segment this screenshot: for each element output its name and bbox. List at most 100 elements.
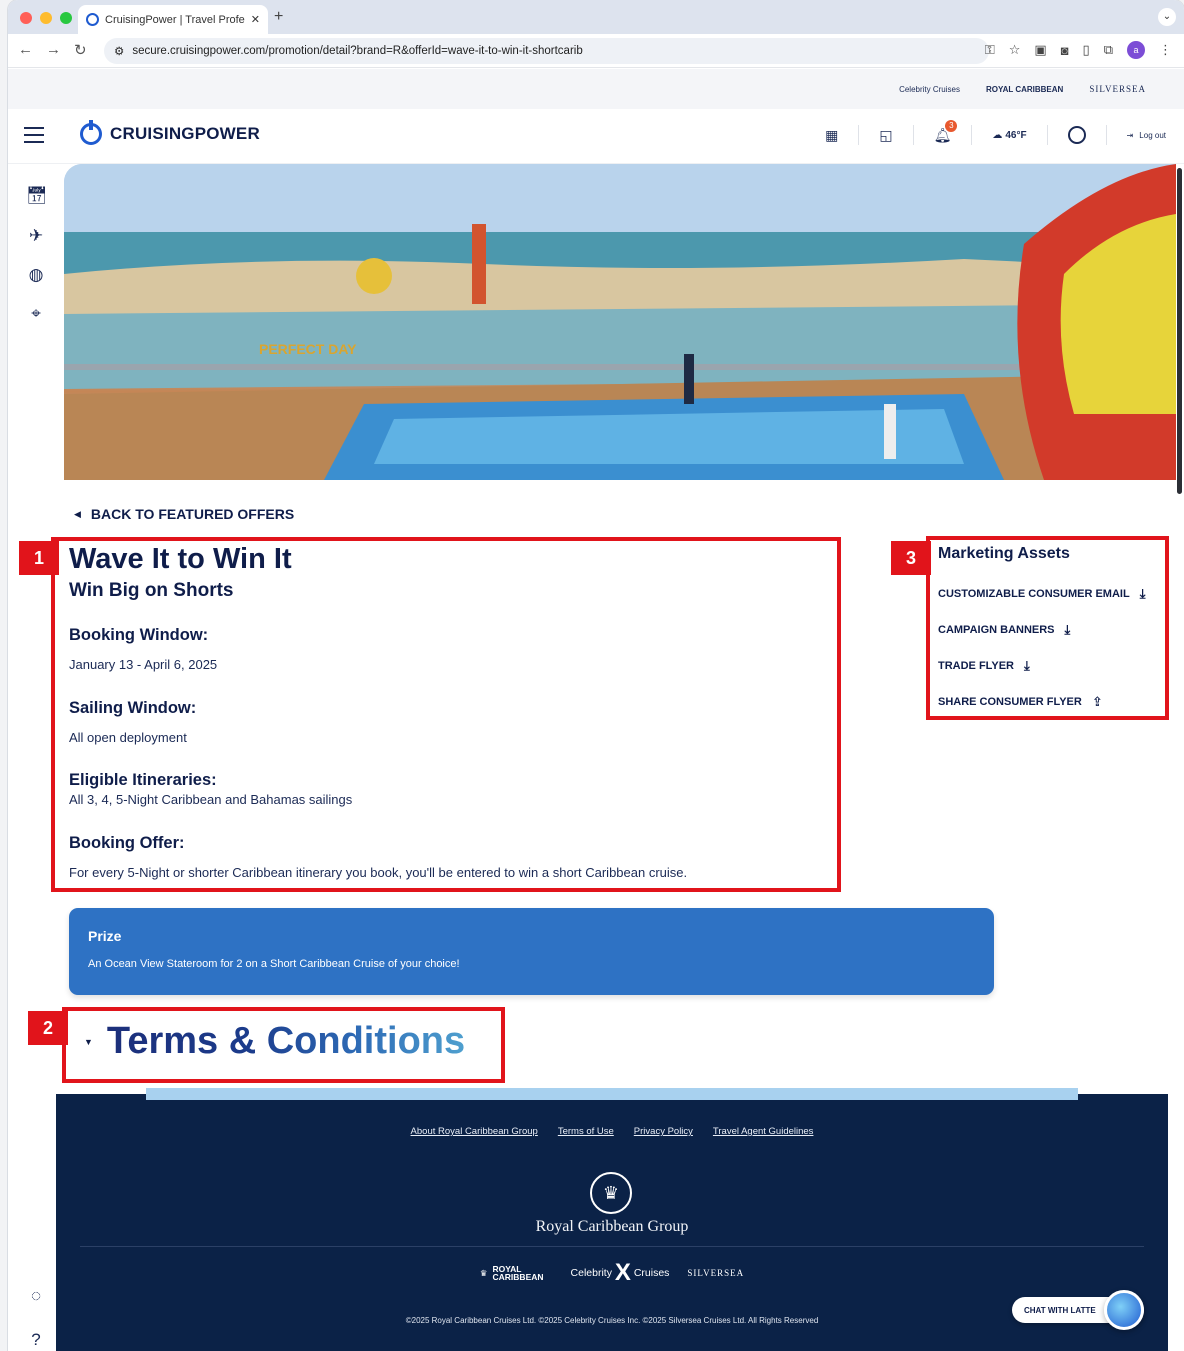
feedback-chat-icon[interactable]: ◌ [26,1286,46,1306]
silversea-logo[interactable]: SILVERSEA [1089,84,1146,94]
share-icon: ⇪ [1091,694,1103,709]
footer-silversea-logo[interactable]: SILVERSEA [687,1268,744,1278]
perfect-day-sign: PERFECT DAY [259,341,357,357]
share-consumer-flyer-link[interactable]: SHARE CONSUMER FLYER ⇪ [938,694,1103,710]
offer-title: Wave It to Win It [69,543,292,575]
download-icon: ⤓ [1064,622,1071,637]
sailing-window-label: Sailing Window: [69,699,197,717]
power-logo-icon [80,120,102,145]
page-scrollbar[interactable] [1177,168,1182,494]
eligible-itineraries-value: All 3, 4, 5-Night Caribbean and Bahamas … [69,792,353,807]
chat-icon[interactable]: ◱ [879,127,892,144]
back-to-featured-offers-link[interactable]: ◀ BACK TO FEATURED OFFERS [74,506,294,522]
address-bar[interactable]: ⚙ secure.cruisingpower.com/promotion/det… [104,38,989,64]
site-footer: About Royal Caribbean Group Terms of Use… [56,1094,1168,1351]
apps-grid-icon[interactable]: ▦ [825,127,838,144]
annotation-box-2 [62,1007,505,1083]
close-tab-icon[interactable]: ✕ [251,13,260,26]
cruisingpower-favicon-icon [86,13,99,26]
chat-assistant-icon[interactable] [1104,1290,1144,1330]
notification-badge: 3 [945,119,958,132]
site-settings-icon[interactable]: ⚙ [114,44,124,58]
cruisingpower-logo[interactable]: CRUISINGPOWER [80,120,260,145]
campaign-banners-link[interactable]: CAMPAIGN BANNERS ⤓ [938,622,1070,638]
browser-tab[interactable]: CruisingPower | Travel Profes ✕ [78,5,268,34]
hamburger-menu-icon[interactable] [24,127,44,143]
globe-icon[interactable]: ◍ [26,265,46,285]
site-header: CRUISINGPOWER ▦ ◱ 🔔︎ 3 ☁ 46°F ⇥ Log out [8,109,1184,164]
back-arrow-icon[interactable]: ← [18,41,33,58]
camera-icon[interactable]: ◙ [1061,43,1069,58]
window-controls [20,12,72,24]
customizable-consumer-email-link[interactable]: CUSTOMIZABLE CONSUMER EMAIL ⤓ [938,586,1145,602]
logout-icon: ⇥ [1126,130,1134,140]
password-key-icon[interactable]: ⚿ [985,42,995,58]
logo-text: CRUISINGPOWER [110,124,260,143]
booking-offer-value: For every 5-Night or shorter Caribbean i… [69,865,688,880]
tab-search-icon[interactable]: ⌄ [1158,8,1176,26]
airplane-icon[interactable]: ✈ [26,226,46,246]
url-text[interactable]: secure.cruisingpower.com/promotion/detai… [132,45,582,57]
sailing-window-value: All open deployment [69,730,187,745]
new-tab-button[interactable]: + [274,8,283,26]
user-account-icon[interactable] [1067,126,1086,144]
eligible-itineraries-label: Eligible Itineraries: [69,771,217,789]
reload-icon[interactable]: ↻ [74,41,87,59]
celebrity-cruises-logo[interactable]: Celebrity Cruises [899,85,960,94]
booking-offer-label: Booking Offer: [69,834,185,852]
toolbar-actions: ⚿ ☆ ▣ ◙ ▯ ⧉ a ⋮ [985,41,1172,59]
download-icon: ⤓ [1024,658,1030,673]
prize-title: Prize [88,928,122,944]
calendar-add-icon[interactable]: 📅︎ [26,186,48,206]
hero-image: PERFECT DAY [64,164,1176,480]
logout-button[interactable]: ⇥ Log out [1127,131,1166,140]
footer-brands: ♛ ROYAL CARIBBEAN Celebrity X Cruises SIL… [56,1259,1168,1287]
sidepanel-icon[interactable]: ▯ [1083,42,1090,58]
footer-royal-caribbean-logo[interactable]: ♛ ROYAL CARIBBEAN [479,1265,553,1282]
footer-celebrity-logo[interactable]: Celebrity X Cruises [571,1259,670,1287]
caret-left-icon: ◀ [74,508,81,519]
group-name: Royal Caribbean Group [535,1218,689,1235]
browser-toolbar: ← → ↻ ⚙ secure.cruisingpower.com/promoti… [8,34,1184,68]
header-actions: ▦ ◱ 🔔︎ 3 ☁ 46°F ⇥ Log out [825,119,1166,145]
privacy-policy-link[interactable]: Privacy Policy [634,1126,693,1137]
profile-avatar[interactable]: a [1127,41,1145,59]
annotation-tag-2: 2 [28,1011,68,1045]
close-window-button[interactable] [20,12,32,24]
footer-accent-bar [146,1088,1078,1100]
footer-divider [80,1246,1144,1247]
bookmark-star-icon[interactable]: ☆ [1009,42,1021,58]
prize-card: Prize An Ocean View Stateroom for 2 on a… [69,908,994,995]
celebrity-x-icon: X [614,1259,631,1286]
minimize-window-button[interactable] [40,12,52,24]
notifications-bell-icon[interactable]: 🔔︎ 3 [934,119,958,144]
about-rcg-link[interactable]: About Royal Caribbean Group [411,1126,538,1137]
booking-window-value: January 13 - April 6, 2025 [69,657,218,672]
trade-flyer-link[interactable]: TRADE FLYER ⤓ [938,658,1030,674]
copyright-text: ©2025 Royal Caribbean Cruises Ltd. ©2025… [405,1316,819,1325]
offer-subtitle: Win Big on Shorts [69,580,234,601]
forward-arrow-icon[interactable]: → [46,41,61,58]
royal-caribbean-logo[interactable]: ROYAL CARIBBEAN [986,85,1063,94]
browser-menu-icon[interactable]: ⋮ [1159,42,1172,58]
tab-strip: CruisingPower | Travel Profes ✕ + ⌄ [8,0,1184,34]
hero-illustration: PERFECT DAY [64,164,1176,480]
location-pin-icon[interactable]: ⌖ [26,304,46,324]
tab-title: CruisingPower | Travel Profes [105,13,245,26]
footer-links: About Royal Caribbean Group Terms of Use… [56,1126,1168,1137]
crown-icon: ♛ [479,1268,488,1278]
help-icon[interactable]: ? [26,1330,46,1350]
terms-of-use-link[interactable]: Terms of Use [558,1126,614,1137]
annotation-tag-3: 3 [891,541,931,575]
booking-window-label: Booking Window: [69,626,209,644]
extensions-puzzle-icon[interactable]: ⧉ [1104,42,1113,58]
cloud-icon: ☁ [992,129,1003,141]
extension-icon[interactable]: ▣ [1034,42,1046,58]
download-icon: ⤓ [1139,586,1146,601]
zoom-window-button[interactable] [60,12,72,24]
travel-agent-guidelines-link[interactable]: Travel Agent Guidelines [713,1126,814,1137]
annotation-tag-1: 1 [19,541,59,575]
crown-anchor-icon: ♛ [590,1172,632,1214]
weather-widget[interactable]: ☁ 46°F [992,130,1026,141]
prize-text: An Ocean View Stateroom for 2 on a Short… [88,958,460,970]
